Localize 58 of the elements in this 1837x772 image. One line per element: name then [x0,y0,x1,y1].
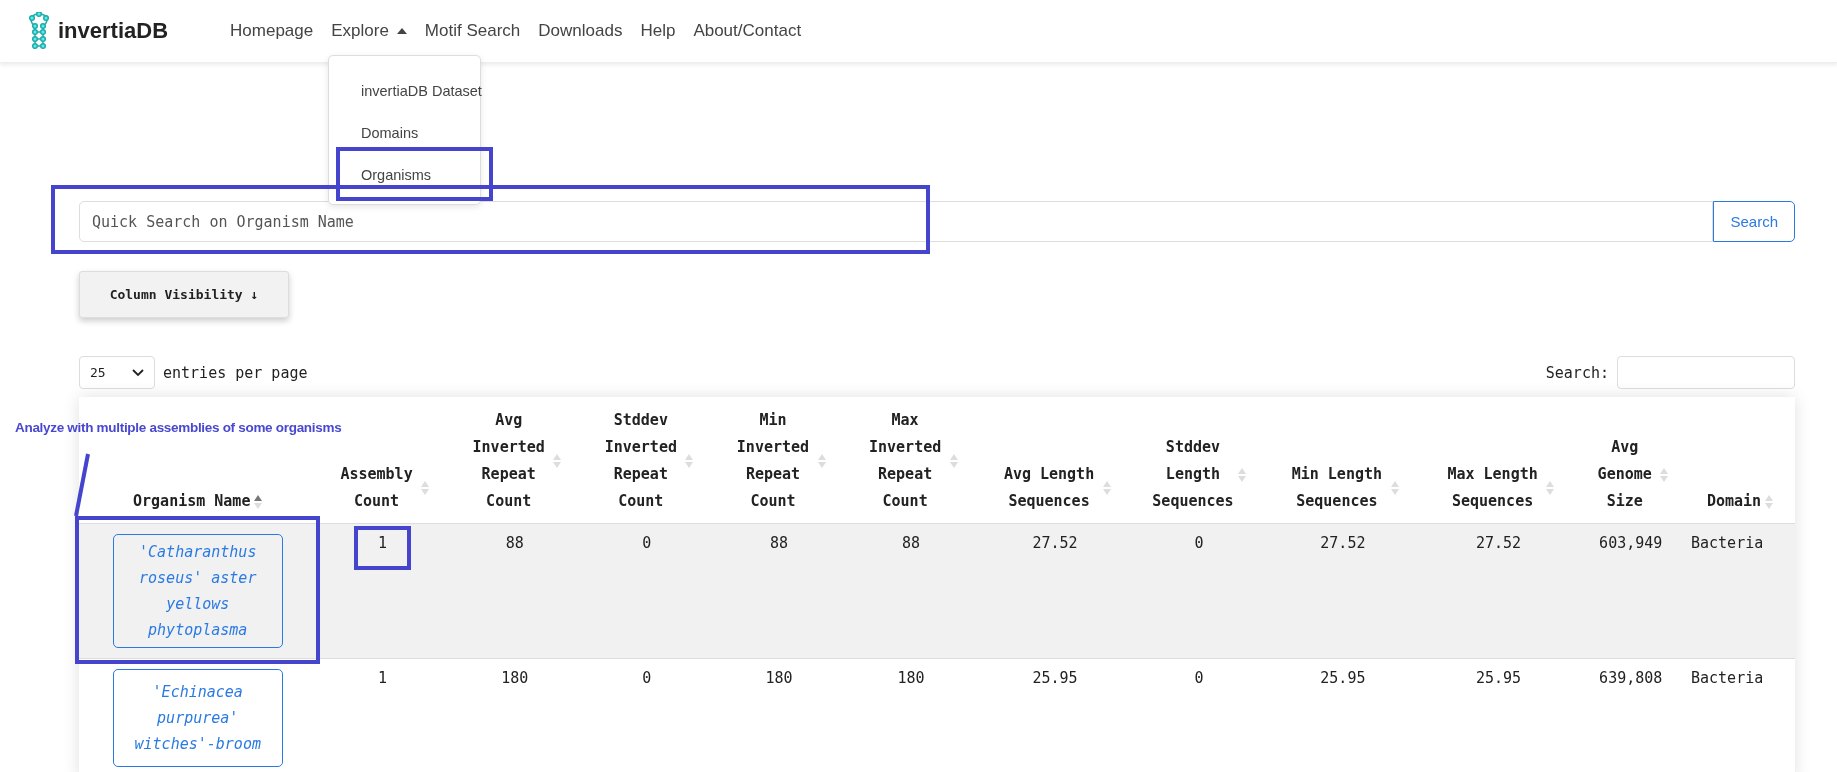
column-header[interactable]: Max Inverted Repeat Count [864,407,946,515]
column-visibility-button[interactable]: Column Visibility ↓ [79,271,289,318]
table-cell: 180 [501,669,529,687]
table-cell: 25.95 [1320,669,1366,687]
nav-link[interactable]: Homepage [230,21,314,41]
table-cell: 1 [378,669,388,687]
nav-link[interactable]: Help [640,21,676,41]
table-cell: 0 [642,669,652,687]
nav-link[interactable]: Motif Search [424,21,521,41]
search-button[interactable]: Search [1713,201,1795,242]
organism-button[interactable]: 'Echinacea purpurea' witches'-broom [112,669,283,767]
column-header[interactable]: Assembly Count [335,461,418,515]
annotation-label: Analyze with multiple assemblies of some organisms [15,420,342,435]
table-cell: 0 [1194,669,1204,687]
table-cell: 25.95 [1476,669,1522,687]
table-cell: 639,808 [1599,669,1663,687]
table-cell: 180 [765,669,793,687]
table-cell: 0 [642,534,652,552]
column-header[interactable]: Min Length Sequences [1287,461,1387,515]
logo-icon [28,12,50,50]
table-cell: 88 [505,534,524,552]
menu-item[interactable]: Organisms [329,154,480,196]
nav-link[interactable]: Explore [331,21,407,41]
search-field[interactable]: Quick Search on Organism Name [79,201,1714,242]
leader-line [72,452,92,518]
menu-item[interactable]: Domains [329,112,480,154]
entries-label: entries per page [163,363,308,382]
menu-item[interactable]: invertiaDB Dataset [329,70,480,112]
column-header[interactable]: Max Length Sequences [1442,461,1543,515]
page-length-select[interactable]: 25 [79,356,155,389]
column-header[interactable]: Min Inverted Repeat Count [732,407,814,515]
column-header[interactable]: Organism Name [133,488,251,515]
table-cell: 180 [897,669,925,687]
table-cell: Bacteria [1691,534,1764,552]
table-cell: Bacteria [1691,669,1764,687]
table-cell: 0 [1194,534,1204,552]
column-header[interactable]: Domain [1706,488,1762,515]
nav-link[interactable]: Downloads [538,21,623,41]
table-cell: 27.52 [1032,534,1078,552]
table-cell: 27.52 [1320,534,1366,552]
column-header[interactable]: Stddev Length Sequences [1152,434,1234,515]
column-header[interactable]: Avg Inverted Repeat Count [468,407,550,515]
filter-field[interactable] [1617,356,1795,389]
filter-label: Search: [1545,363,1609,382]
table-cell: 88 [769,534,788,552]
column-header[interactable]: Avg Genome Size [1593,434,1657,515]
chevron-icon [132,368,144,377]
organism-button[interactable]: 'Catharanthus roseus' aster yellows phytoplasma [112,534,283,648]
table-cell: 25.95 [1032,669,1078,687]
table-cell: 88 [902,534,921,552]
column-header[interactable]: Stddev Inverted Repeat Count [600,407,682,515]
sort-icon[interactable] [254,493,263,510]
nav-link[interactable]: About/Contact [693,21,802,41]
table-cell: 1 [354,526,412,570]
brand-name[interactable]: invertiaDB [58,18,169,44]
column-header[interactable]: Avg Length Sequences [999,461,1099,515]
table-cell: 27.52 [1476,534,1522,552]
table-cell: 603,949 [1599,534,1663,552]
